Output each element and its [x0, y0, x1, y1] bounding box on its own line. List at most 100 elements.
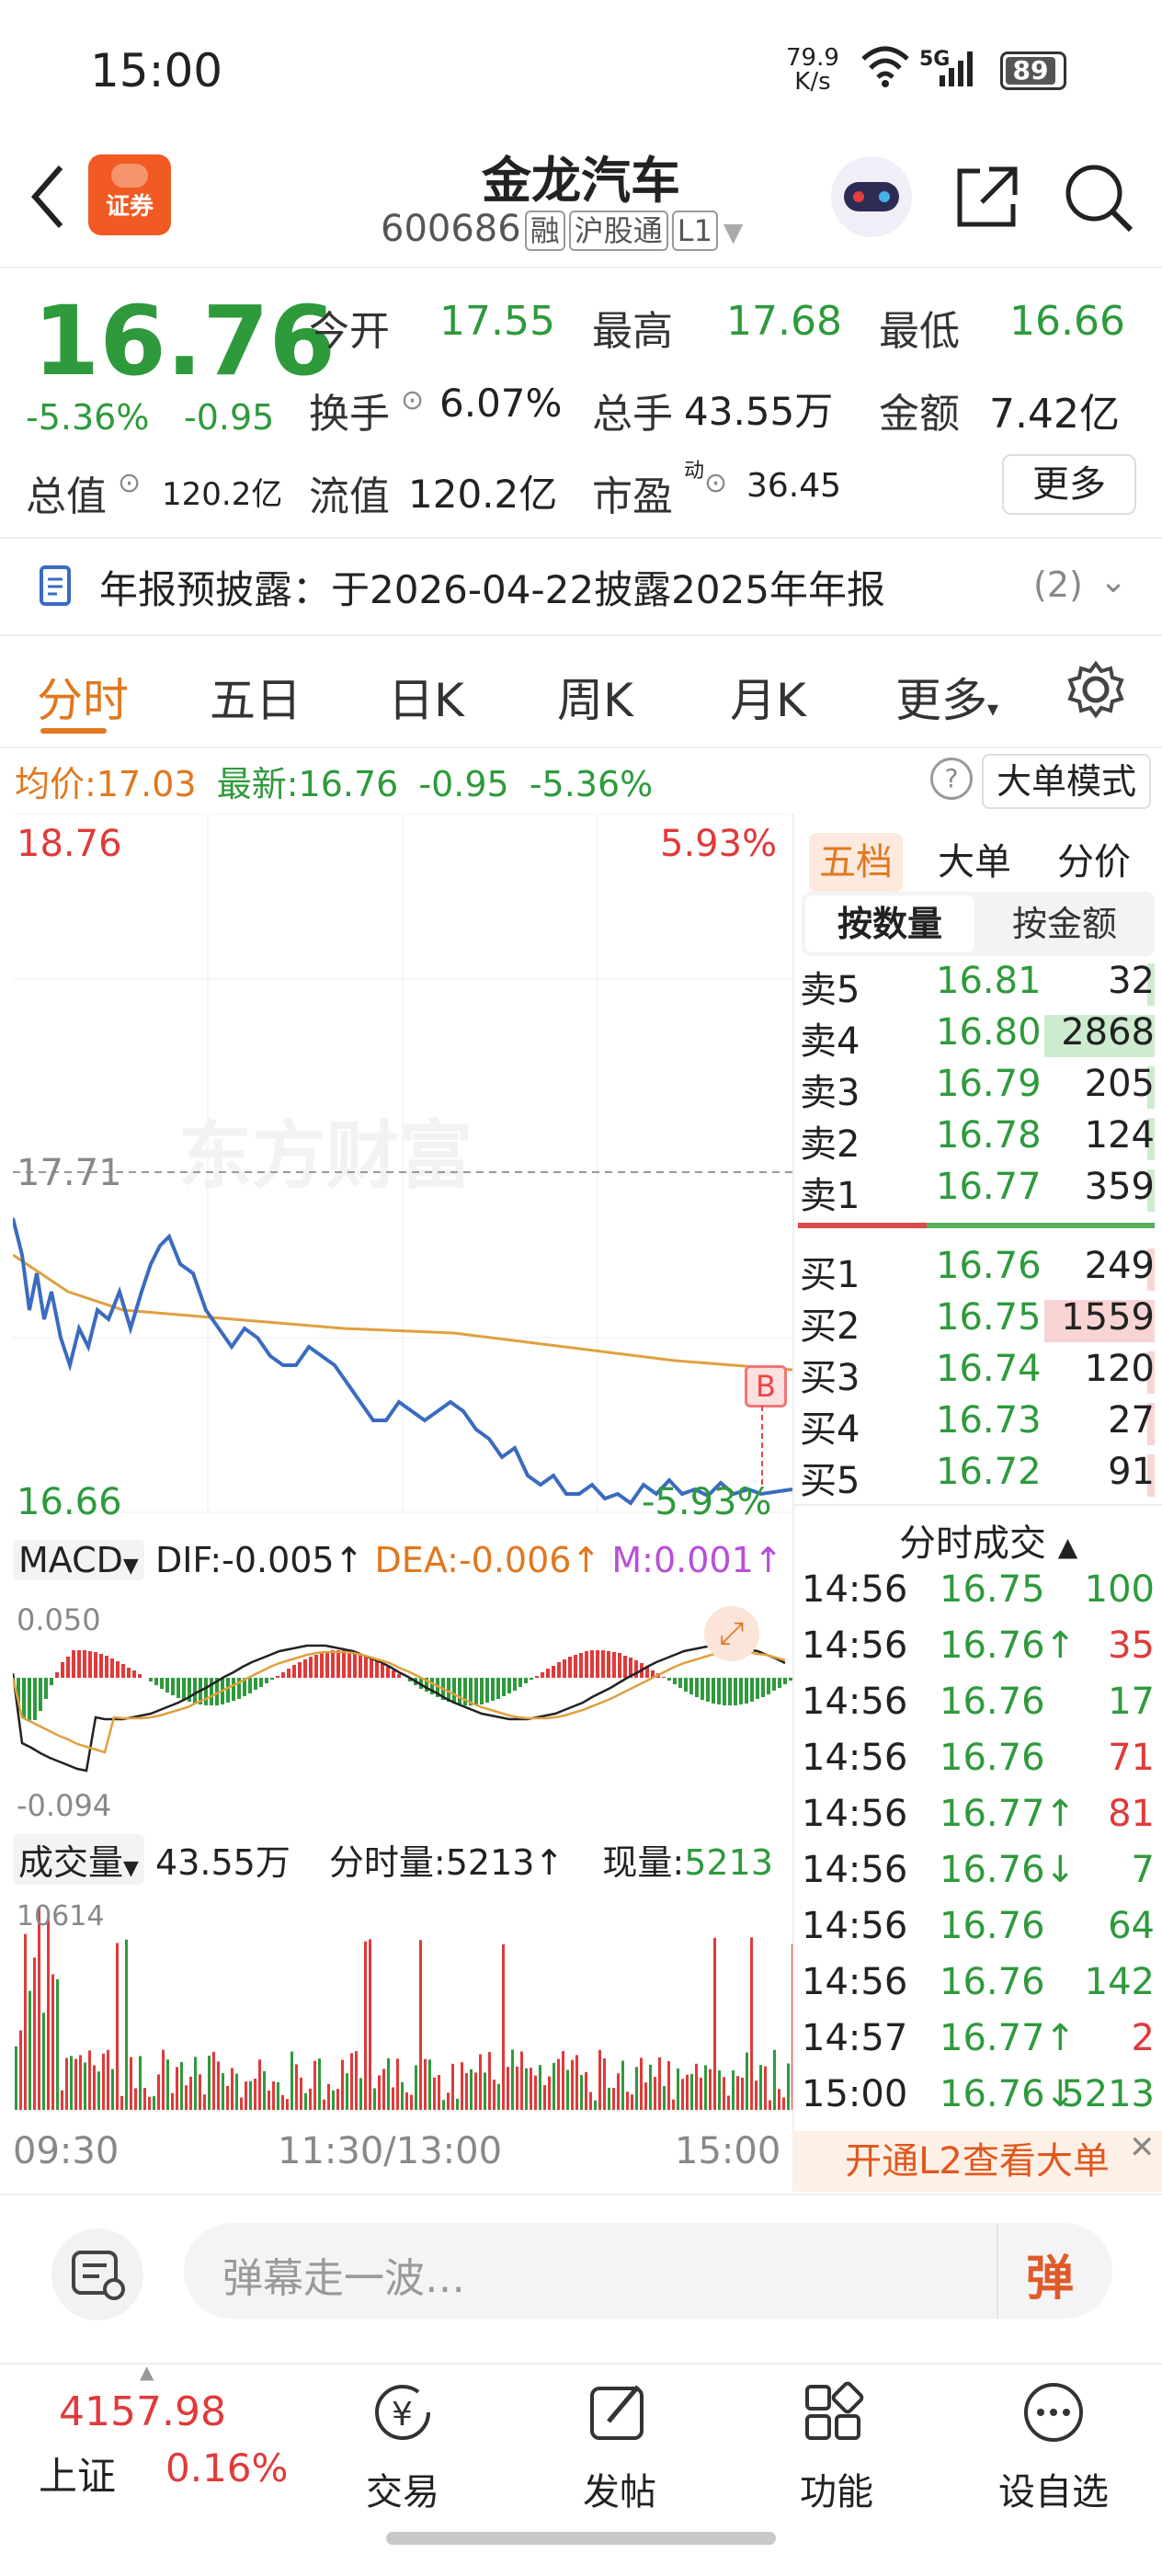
caret-up-icon: ▲ — [140, 2361, 154, 2383]
level-volume: 27 — [1108, 1399, 1155, 1442]
volume-bar — [553, 2062, 555, 2110]
ask-row[interactable]: 卖2 16.78 124 — [798, 1114, 1155, 1166]
macd-bar — [83, 1650, 86, 1678]
macd-bar — [210, 1678, 213, 1705]
volume-bar — [387, 2057, 390, 2110]
chart-top-pct: 5.93% — [660, 823, 778, 865]
volume-bar — [741, 2077, 744, 2110]
l2-upgrade-banner[interactable]: 开通L2查看大单 — [792, 2131, 1162, 2192]
volume-bar — [700, 2077, 702, 2110]
info-icon[interactable]: ⊙ — [704, 467, 727, 499]
chevron-down-icon[interactable]: ⌄ — [1099, 563, 1127, 600]
tick-row: 14:56 16.76↓ 7 — [802, 1849, 1155, 1891]
tab-intraday[interactable]: 分时 — [37, 664, 129, 730]
volume-bar — [336, 2089, 339, 2110]
tick-trades-title[interactable]: 分时成交 ▲ — [899, 1513, 1077, 1567]
nav-trade[interactable]: ¥ 交易 — [338, 2379, 467, 2515]
big-order-mode-button[interactable]: 大单模式 — [982, 754, 1151, 809]
macd-selector[interactable]: MACD▼ — [13, 1540, 144, 1580]
macd-bar — [182, 1678, 186, 1700]
volume-bar — [217, 2061, 220, 2110]
comment-list-icon[interactable] — [51, 2228, 143, 2320]
macd-bar — [359, 1654, 362, 1678]
info-icon[interactable]: ⊙ — [401, 384, 424, 416]
volume-bar — [497, 2083, 500, 2110]
macd-bar — [783, 1678, 787, 1684]
info-icon[interactable]: ⊙ — [118, 467, 141, 499]
buy-marker[interactable]: B — [745, 1365, 787, 1408]
tab-monthly-k[interactable]: 月K — [730, 664, 806, 730]
macd-bar — [386, 1667, 390, 1678]
settings-gear-icon[interactable] — [1066, 660, 1125, 723]
tab-order-book[interactable]: 五档 — [809, 833, 903, 892]
volume-bar — [116, 1943, 119, 2110]
volume-bar — [42, 2012, 45, 2110]
tab-big-orders[interactable]: 大单 — [938, 833, 1011, 892]
level-price: 16.78 — [936, 1114, 1042, 1157]
level-label: 买2 — [800, 1305, 860, 1348]
tab-five-day[interactable]: 五日 — [210, 664, 302, 730]
tab-weekly-k[interactable]: 周K — [557, 664, 633, 730]
bid-row[interactable]: 买4 16.73 27 — [798, 1399, 1155, 1451]
search-icon[interactable] — [1063, 162, 1134, 237]
share-icon[interactable] — [952, 162, 1022, 235]
more-dots-icon — [1024, 2383, 1083, 2442]
more-button[interactable]: 更多 — [1002, 454, 1136, 515]
tab-daily-k[interactable]: 日K — [388, 664, 464, 730]
price-info-line: 均价:17.03 最新:16.76 -0.95 -5.36% — [15, 764, 654, 804]
volume-bar — [778, 2089, 780, 2110]
intraday-chart[interactable]: 东方财富 18.76 5.93% 17.71 16.66 -5.93% B MA… — [13, 814, 792, 2172]
change-amount: -0.95 — [184, 397, 275, 438]
by-quantity-button[interactable]: 按数量 — [805, 895, 974, 952]
macd-bar — [177, 1678, 180, 1698]
bid-row[interactable]: 买2 16.75 1559 — [798, 1296, 1155, 1348]
volume-bar — [709, 2069, 712, 2110]
level-label: 买5 — [800, 1460, 860, 1502]
volume-bar — [557, 2058, 560, 2110]
volume-bar — [33, 1957, 36, 2110]
nav-post[interactable]: 发帖 — [555, 2379, 684, 2515]
bid-row[interactable]: 买1 16.76 249 — [798, 1245, 1155, 1296]
grid-icon — [805, 2381, 864, 2440]
danmaku-send-button[interactable]: 弹 — [1026, 2240, 1074, 2308]
nav-functions[interactable]: 功能 — [772, 2379, 901, 2515]
by-amount-button[interactable]: 按金额 — [978, 895, 1151, 952]
tick-row: 15:00 16.76↓ 5213 — [802, 2073, 1155, 2115]
ai-assistant-icon[interactable] — [831, 156, 912, 237]
volume-selector[interactable]: 成交量▼ — [13, 1834, 144, 1885]
volume-bar — [502, 1943, 505, 2110]
expand-icon[interactable]: ⤢ — [704, 1606, 759, 1661]
nav-watchlist[interactable]: 设自选 — [989, 2379, 1118, 2515]
macd-bar — [44, 1678, 48, 1699]
volume-bar — [268, 2090, 270, 2110]
volume-bar — [681, 2079, 684, 2110]
bid-row[interactable]: 买5 16.72 91 — [798, 1451, 1155, 1502]
help-icon[interactable]: ? — [930, 758, 973, 800]
tick-row: 14:56 16.77↑ 81 — [802, 1793, 1155, 1835]
ask-row[interactable]: 卖1 16.77 359 — [798, 1166, 1155, 1217]
macd-bar — [761, 1678, 765, 1697]
wifi-icon — [860, 42, 911, 92]
volume-bar — [107, 2049, 109, 2110]
bid-row[interactable]: 买3 16.74 120 — [798, 1348, 1155, 1399]
index-value[interactable]: 4157.98 — [59, 2388, 226, 2435]
tab-more[interactable]: 更多▾ — [895, 664, 998, 730]
ask-row[interactable]: 卖4 16.80 2868 — [798, 1011, 1155, 1063]
macd-bar — [154, 1678, 158, 1685]
volume-bar — [176, 2067, 178, 2110]
ask-row[interactable]: 卖3 16.79 205 — [798, 1063, 1155, 1114]
ask-row[interactable]: 卖5 16.81 32 — [798, 960, 1155, 1011]
volume-bar — [419, 1940, 422, 2110]
volume-bar — [516, 2066, 518, 2110]
chart-top-price: 18.76 — [17, 823, 122, 865]
macd-bar — [392, 1670, 395, 1678]
volume-bar — [732, 2069, 735, 2110]
volume-bar — [295, 2064, 298, 2110]
close-icon[interactable]: ✕ — [1129, 2129, 1156, 2166]
macd-bar — [767, 1678, 770, 1694]
annual-report-notice[interactable]: 年报预披露：于2026-04-22披露2025年年报 — [99, 559, 885, 615]
volume-bar — [755, 2080, 758, 2110]
volume-bar — [277, 2081, 279, 2110]
tab-price-dist[interactable]: 分价 — [1057, 833, 1131, 892]
danmaku-input[interactable]: 弹幕走一波… 弹 — [184, 2223, 1112, 2319]
